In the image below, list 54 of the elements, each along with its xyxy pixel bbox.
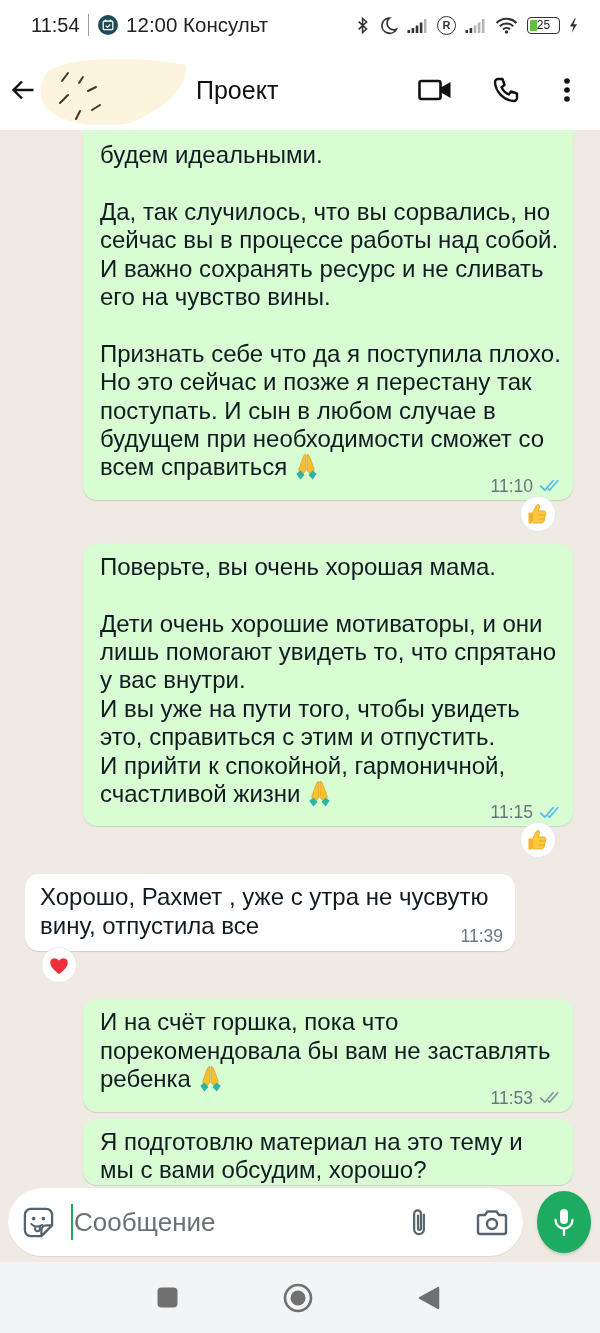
square-icon[interactable]: [157, 1287, 178, 1308]
voice-message-button[interactable]: [537, 1191, 591, 1253]
message-text: его на чувство вины.: [100, 283, 331, 310]
message-text: Да, так случилось, что вы сорвались, но: [100, 197, 551, 225]
message-text: Я подготовлю материал на это тему и: [100, 1127, 523, 1155]
message-text: Но это сейчас и позже я перестану так: [100, 368, 532, 396]
message-text: Хорошо, Рахмет , уже с утра не чусвутю: [40, 883, 489, 911]
calendar-icon: [98, 15, 119, 35]
message-text: И на счёт горшка, пока что: [100, 1008, 399, 1036]
message-text: поступать. И сын в любом случае в: [100, 396, 496, 424]
message-text: у вас внутри.: [100, 666, 246, 694]
more-options-icon[interactable]: [563, 77, 571, 103]
message-text: Дети очень хорошие мотиваторы, и они: [100, 609, 543, 637]
moon-icon: [379, 15, 398, 35]
video-camera-icon[interactable]: [418, 78, 452, 102]
message-text: И вы уже на пути того, чтобы увидеть: [100, 694, 520, 722]
message-text: счастливой жизни: [100, 780, 301, 808]
notification-text: 12:00 Консульт: [126, 13, 269, 37]
chat-title[interactable]: Проект: [196, 75, 279, 105]
camera-icon[interactable]: [476, 1208, 508, 1236]
wifi-icon: [495, 16, 518, 34]
message-text: Признать себе что да я поступила плохо.: [100, 339, 561, 367]
signal-icon: [465, 17, 486, 33]
message-text: ребенка: [100, 1065, 191, 1093]
back-icon[interactable]: [11, 78, 35, 102]
bluetooth-icon: [356, 15, 370, 35]
thumbs-up-icon[interactable]: [520, 495, 556, 532]
sticker-icon[interactable]: [22, 1205, 55, 1239]
message-text: будущем при необходимости сможет со: [100, 425, 545, 453]
message-text: сейчас вы в процессе работы над собой.: [100, 226, 559, 254]
status-time: 11:54: [31, 13, 80, 37]
message-time: 11:53: [490, 1087, 533, 1108]
message-text: И важно сохранять ресурс и не сливать: [100, 254, 544, 282]
message-text: Поверьте, вы очень хорошая мама.: [100, 552, 496, 580]
message-time: 11:39: [460, 926, 503, 947]
signal-icon: [407, 17, 428, 33]
message-composer[interactable]: Сообщение: [8, 1188, 523, 1256]
battery-indicator: 25: [527, 16, 560, 34]
message-text: порекомендовала бы вам не заставлять: [100, 1036, 551, 1064]
message-text: всем справиться: [100, 453, 288, 481]
message-text: это, справиться с этим и отпустить.: [100, 723, 496, 751]
thumbs-up-icon[interactable]: [520, 822, 556, 859]
message-time: 11:15: [490, 802, 533, 823]
message-text: вину, отпустила все: [40, 911, 260, 939]
microphone-icon: [551, 1208, 577, 1236]
message-time: 11:10: [490, 475, 533, 496]
circle-dot-icon[interactable]: [283, 1282, 313, 1313]
message-text: лишь помогают увидеть то, что спрятано: [100, 638, 556, 666]
message-text: мы с вами обсудим, хорошо?: [100, 1155, 427, 1183]
charging-bolt-icon: [569, 17, 578, 33]
phone-icon[interactable]: [492, 76, 520, 104]
message-text: будем идеальными.: [100, 141, 323, 168]
message-text: И прийти к спокойной, гармоничной,: [100, 751, 506, 779]
message-input[interactable]: Сообщение: [71, 1204, 409, 1240]
